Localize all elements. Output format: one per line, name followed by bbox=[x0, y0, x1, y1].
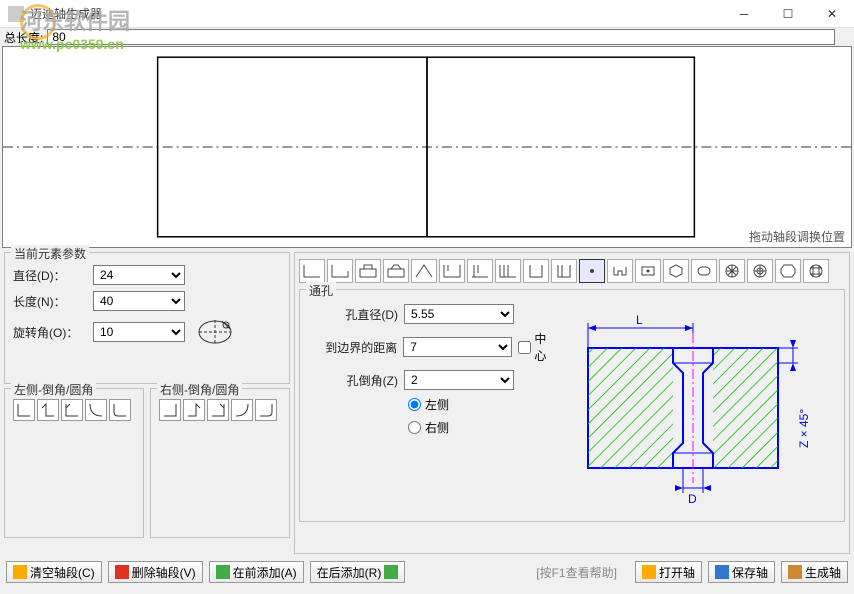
rotation-icon bbox=[195, 317, 239, 347]
hole-distance-select[interactable]: 7 bbox=[403, 337, 512, 357]
app-icon bbox=[8, 6, 24, 22]
hole-chamfer-select[interactable]: 2 bbox=[404, 370, 514, 390]
right-chamfer-opt-3[interactable] bbox=[207, 399, 229, 421]
left-chamfer-opt-1[interactable] bbox=[13, 399, 35, 421]
length-label: 长度(N)： bbox=[13, 293, 93, 310]
hole-diameter-label: 孔直径(D) bbox=[308, 306, 404, 323]
feature-icon-3[interactable] bbox=[355, 259, 381, 283]
hole-chamfer-label: 孔倒角(Z) bbox=[308, 372, 404, 389]
feature-icon-9[interactable] bbox=[523, 259, 549, 283]
window-title: 迈迪轴生成器 bbox=[30, 5, 722, 22]
maximize-button[interactable]: ☐ bbox=[766, 0, 810, 28]
left-chamfer-group: 左侧-倒角/圆角 bbox=[4, 388, 144, 538]
diameter-label: 直径(D)： bbox=[13, 267, 93, 284]
generate-button[interactable]: 生成轴 bbox=[781, 561, 848, 583]
side-left-radio[interactable]: 左侧 bbox=[408, 396, 558, 413]
total-length-input[interactable] bbox=[47, 29, 835, 45]
through-hole-group: 通孔 孔直径(D) 5.55 到边界的距离 7 中心 孔倒角(Z) 2 bbox=[299, 289, 845, 522]
feature-icon-6[interactable] bbox=[439, 259, 465, 283]
feature-icon-5[interactable] bbox=[411, 259, 437, 283]
left-chamfer-opt-5[interactable] bbox=[109, 399, 131, 421]
title-bar: 迈迪轴生成器 ─ ☐ ✕ bbox=[0, 0, 854, 28]
hole-diameter-select[interactable]: 5.55 bbox=[404, 304, 514, 324]
feature-icon-1[interactable] bbox=[299, 259, 325, 283]
svg-text:L: L bbox=[636, 313, 643, 327]
feature-icon-10[interactable] bbox=[551, 259, 577, 283]
bottom-toolbar: 清空轴段(C) 删除轴段(V) 在前添加(A) 在后添加(R) [按F1查看帮助… bbox=[0, 558, 854, 586]
feature-icon-7[interactable] bbox=[467, 259, 493, 283]
feature-icon-12[interactable] bbox=[607, 259, 633, 283]
feature-icon-2[interactable] bbox=[327, 259, 353, 283]
minimize-button[interactable]: ─ bbox=[722, 0, 766, 28]
rotation-select[interactable]: 10 bbox=[93, 322, 185, 342]
left-chamfer-opt-2[interactable] bbox=[37, 399, 59, 421]
help-hint: [按F1查看帮助] bbox=[536, 564, 617, 581]
close-button[interactable]: ✕ bbox=[810, 0, 854, 28]
feature-icon-18[interactable] bbox=[775, 259, 801, 283]
right-chamfer-opt-1[interactable] bbox=[159, 399, 181, 421]
feature-icon-8[interactable] bbox=[495, 259, 521, 283]
feature-icon-4[interactable] bbox=[383, 259, 409, 283]
feature-icon-16[interactable] bbox=[719, 259, 745, 283]
clear-button[interactable]: 清空轴段(C) bbox=[6, 561, 102, 583]
open-button[interactable]: 打开轴 bbox=[635, 561, 702, 583]
right-chamfer-opt-2[interactable] bbox=[183, 399, 205, 421]
shaft-canvas[interactable]: 拖动轴段调换位置 bbox=[2, 46, 852, 248]
left-chamfer-opt-3[interactable] bbox=[61, 399, 83, 421]
current-params-group: 当前元素参数 直径(D)： 24 长度(N)： 40 旋转角(O)： 10 bbox=[4, 252, 290, 384]
feature-icon-17[interactable] bbox=[747, 259, 773, 283]
save-button[interactable]: 保存轴 bbox=[708, 561, 775, 583]
svg-text:D: D bbox=[688, 492, 697, 506]
total-length-row: 总长度: bbox=[0, 28, 854, 46]
canvas-hint: 拖动轴段调换位置 bbox=[749, 228, 845, 245]
right-chamfer-opt-4[interactable] bbox=[231, 399, 253, 421]
feature-icon-13[interactable] bbox=[635, 259, 661, 283]
svg-text:Z × 45°: Z × 45° bbox=[797, 409, 811, 448]
add-before-button[interactable]: 在前添加(A) bbox=[209, 561, 304, 583]
hole-distance-label: 到边界的距离 bbox=[308, 339, 403, 356]
left-chamfer-opt-4[interactable] bbox=[85, 399, 107, 421]
add-after-button[interactable]: 在后添加(R) bbox=[310, 561, 406, 583]
feature-icon-15[interactable] bbox=[691, 259, 717, 283]
feature-type-toolbar bbox=[299, 257, 845, 289]
delete-button[interactable]: 删除轴段(V) bbox=[108, 561, 203, 583]
side-right-radio[interactable]: 右侧 bbox=[408, 419, 558, 436]
hole-diagram: L D Z × 45° bbox=[558, 298, 836, 513]
length-select[interactable]: 40 bbox=[93, 291, 185, 311]
rotation-label: 旋转角(O)： bbox=[13, 324, 93, 341]
feature-icon-14[interactable] bbox=[663, 259, 689, 283]
total-length-label: 总长度: bbox=[4, 29, 43, 46]
feature-panel: 通孔 孔直径(D) 5.55 到边界的距离 7 中心 孔倒角(Z) 2 bbox=[294, 252, 850, 554]
center-checkbox[interactable] bbox=[518, 341, 531, 354]
feature-icon-through-hole[interactable] bbox=[579, 259, 605, 283]
right-chamfer-opt-5[interactable] bbox=[255, 399, 277, 421]
feature-icon-19[interactable] bbox=[803, 259, 829, 283]
diameter-select[interactable]: 24 bbox=[93, 265, 185, 285]
right-chamfer-group: 右侧-倒角/圆角 bbox=[150, 388, 290, 538]
